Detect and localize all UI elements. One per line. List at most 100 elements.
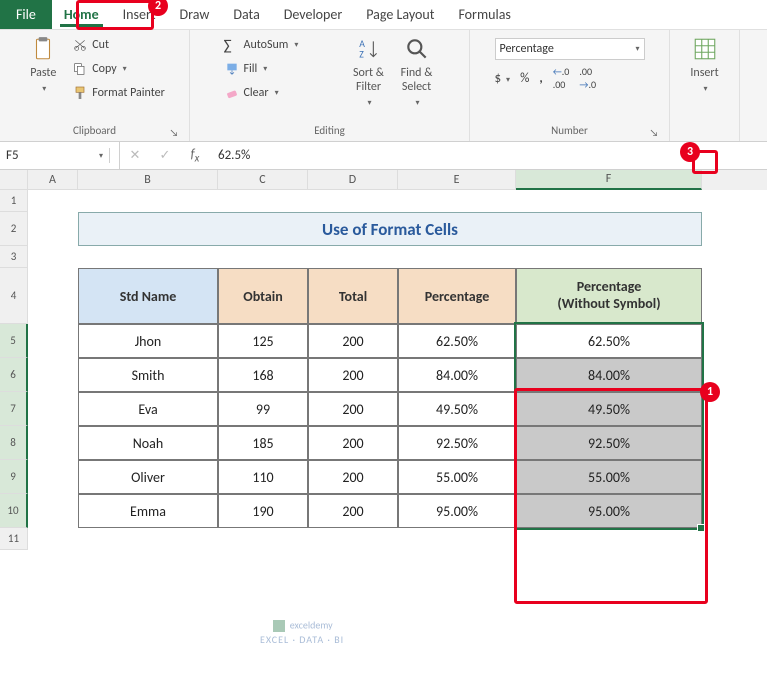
cell-total[interactable]: 200 <box>308 426 398 460</box>
cell-percentage[interactable]: 92.50% <box>398 426 516 460</box>
table-row: Jhon12520062.50%62.50% <box>78 324 702 358</box>
cell-name[interactable]: Noah <box>78 426 218 460</box>
tab-formulas[interactable]: Formulas <box>446 0 522 29</box>
callout-selection <box>514 388 708 604</box>
clipboard-group-label: Clipboard <box>73 124 116 137</box>
fill-down-icon <box>224 61 240 77</box>
number-format-dropdown[interactable]: Percentage▾ <box>495 38 645 60</box>
autosum-button[interactable]: ∑AutoSum▾ <box>222 34 342 56</box>
cell-name[interactable]: Oliver <box>78 460 218 494</box>
col-header-e[interactable]: E <box>398 170 516 190</box>
eraser-icon <box>224 85 240 101</box>
header-percentage-nosymbol[interactable]: Percentage(Without Symbol) <box>516 268 702 324</box>
header-total[interactable]: Total <box>308 268 398 324</box>
svg-text:Z: Z <box>359 49 364 61</box>
cell-name[interactable]: Eva <box>78 392 218 426</box>
number-dialog-launcher[interactable]: ↘ <box>647 125 661 139</box>
tab-page-layout[interactable]: Page Layout <box>354 0 446 29</box>
enter-formula-button[interactable]: ✓ <box>150 148 180 163</box>
percent-button[interactable]: % <box>520 71 529 86</box>
format-painter-button[interactable]: Format Painter <box>70 82 167 104</box>
paste-label: Paste <box>30 66 56 80</box>
cell-name[interactable]: Smith <box>78 358 218 392</box>
sort-filter-button[interactable]: AZ Sort & Filter▾ <box>348 34 390 110</box>
callout-number-3: 3 <box>680 142 700 162</box>
cancel-formula-button[interactable]: ✕ <box>120 148 150 163</box>
brush-icon <box>72 85 88 101</box>
scissors-icon <box>72 37 88 53</box>
cell-name[interactable]: Jhon <box>78 324 218 358</box>
cell-obtain[interactable]: 99 <box>218 392 308 426</box>
row-header-1[interactable]: 1 <box>0 190 28 212</box>
callout-home-tab <box>76 0 154 30</box>
watermark: exceldemyEXCEL · DATA · BI <box>260 618 344 645</box>
cell-total[interactable]: 200 <box>308 324 398 358</box>
header-obtain[interactable]: Obtain <box>218 268 308 324</box>
cell-percentage-nosymbol[interactable]: 84.00% <box>516 358 702 392</box>
copy-button[interactable]: Copy▾ <box>70 58 167 80</box>
insert-cells-icon <box>692 36 718 62</box>
cell-obtain[interactable]: 190 <box>218 494 308 528</box>
copy-icon <box>72 61 88 77</box>
col-header-f[interactable]: F <box>516 170 702 190</box>
row-header-7[interactable]: 7 <box>0 392 28 426</box>
col-header-a[interactable]: A <box>28 170 78 190</box>
cell-total[interactable]: 200 <box>308 460 398 494</box>
fill-button[interactable]: Fill▾ <box>222 58 342 80</box>
clear-button[interactable]: Clear▾ <box>222 82 342 104</box>
row-header-4[interactable]: 4 <box>0 268 28 324</box>
tab-data[interactable]: Data <box>221 0 271 29</box>
tab-draw[interactable]: Draw <box>168 0 222 29</box>
row-header-8[interactable]: 8 <box>0 426 28 460</box>
editing-group-label: Editing <box>314 124 345 137</box>
col-header-b[interactable]: B <box>78 170 218 190</box>
comma-button[interactable]: , <box>539 71 542 86</box>
cell-obtain[interactable]: 185 <box>218 426 308 460</box>
title-cell[interactable]: Use of Format Cells <box>78 212 702 246</box>
row-header-9[interactable]: 9 <box>0 460 28 494</box>
decrease-decimal-button[interactable]: .00→.0 <box>579 65 596 91</box>
cell-total[interactable]: 200 <box>308 392 398 426</box>
cell-total[interactable]: 200 <box>308 358 398 392</box>
tab-developer[interactable]: Developer <box>272 0 354 29</box>
row-header-2[interactable]: 2 <box>0 212 28 246</box>
fx-button[interactable]: fx <box>180 147 210 165</box>
find-select-button[interactable]: Find & Select▾ <box>396 34 438 110</box>
header-std-name[interactable]: Std Name <box>78 268 218 324</box>
select-all-corner[interactable] <box>0 170 28 190</box>
row-header-3[interactable]: 3 <box>0 246 28 268</box>
table-row: Smith16820084.00%84.00% <box>78 358 702 392</box>
number-group-label: Number <box>551 124 588 137</box>
row-header-11[interactable]: 11 <box>0 528 28 550</box>
callout-number-1: 1 <box>700 382 720 402</box>
header-percentage[interactable]: Percentage <box>398 268 516 324</box>
clipboard-dialog-launcher[interactable]: ↘ <box>167 125 181 139</box>
magnifier-icon <box>404 36 430 62</box>
row-header-5[interactable]: 5 <box>0 324 28 358</box>
currency-button[interactable]: $ ▾ <box>495 71 511 86</box>
clipboard-icon <box>30 36 56 62</box>
cut-button[interactable]: Cut <box>70 34 167 56</box>
sort-icon: AZ <box>356 36 382 62</box>
row-header-6[interactable]: 6 <box>0 358 28 392</box>
cell-percentage[interactable]: 49.50% <box>398 392 516 426</box>
tab-file[interactable]: File <box>0 0 52 29</box>
insert-cells-button[interactable]: Insert▾ <box>684 34 726 96</box>
paste-button[interactable]: Paste▾ <box>22 34 64 104</box>
cell-percentage[interactable]: 55.00% <box>398 460 516 494</box>
cell-percentage[interactable]: 84.00% <box>398 358 516 392</box>
cell-percentage[interactable]: 62.50% <box>398 324 516 358</box>
name-box[interactable]: F5▾ <box>0 148 110 163</box>
cell-total[interactable]: 200 <box>308 494 398 528</box>
cell-obtain[interactable]: 110 <box>218 460 308 494</box>
col-header-d[interactable]: D <box>308 170 398 190</box>
cell-obtain[interactable]: 168 <box>218 358 308 392</box>
cell-percentage-nosymbol[interactable]: 62.50% <box>516 324 702 358</box>
cell-name[interactable]: Emma <box>78 494 218 528</box>
col-header-c[interactable]: C <box>218 170 308 190</box>
sigma-icon: ∑ <box>224 37 240 53</box>
cell-percentage[interactable]: 95.00% <box>398 494 516 528</box>
row-header-10[interactable]: 10 <box>0 494 28 528</box>
cell-obtain[interactable]: 125 <box>218 324 308 358</box>
increase-decimal-button[interactable]: ←.0.00 <box>553 65 570 91</box>
